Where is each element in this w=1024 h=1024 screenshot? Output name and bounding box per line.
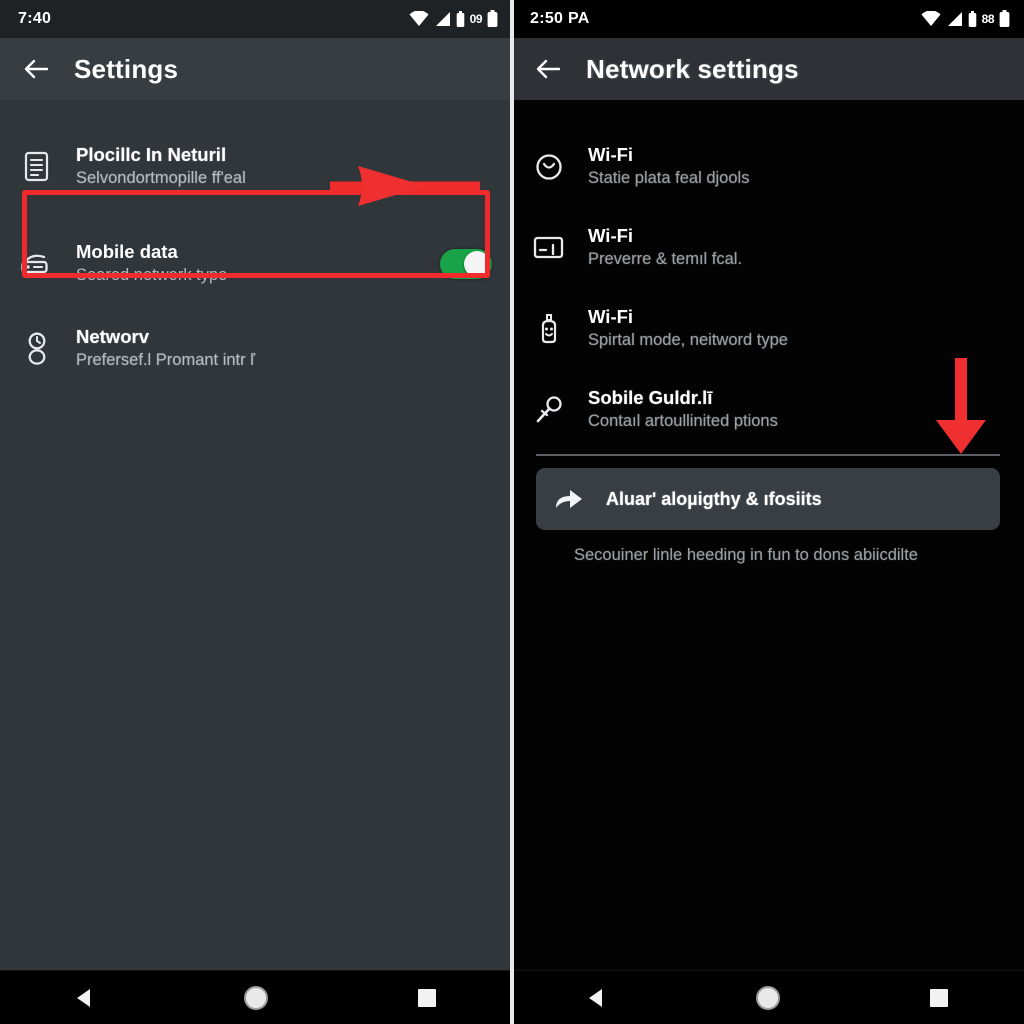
left-phone-panel: 7:40 09 Settings Plocillc In Neturil Sel… xyxy=(0,0,512,1024)
list-item-mobile-data[interactable]: Mobile data Seared network type xyxy=(0,225,512,302)
panel-divider xyxy=(510,0,514,1024)
list-item-wifi-1[interactable]: Wi-Fi Statie plata feal djools xyxy=(512,128,1024,205)
list-item-text: Plocillc In Neturil Selvondortmopille ff… xyxy=(76,143,492,190)
smiley-bottle-icon xyxy=(532,312,566,346)
clock-face-icon xyxy=(532,150,566,184)
recents-square-icon[interactable] xyxy=(907,976,971,1020)
list-item-title: Sobile Guldr.lī xyxy=(588,387,713,409)
status-icon-group: 09 xyxy=(409,10,498,28)
list-item-text: Wi-Fi Spirtal mode, neitword type xyxy=(588,305,1004,352)
highlighted-action-label: Aluarʹ aloµigthy & ıfosiits xyxy=(606,488,822,509)
back-triangle-icon[interactable] xyxy=(53,976,117,1020)
right-app-bar: Network settings xyxy=(512,38,1024,100)
left-app-bar: Settings xyxy=(0,38,512,100)
screenshot-stage: 7:40 09 Settings Plocillc In Neturil Sel… xyxy=(0,0,1024,1024)
left-settings-list: Plocillc In Neturil Selvondortmopille ff… xyxy=(0,100,512,970)
signal-icon xyxy=(946,11,963,27)
list-item-text: Sobile Guldr.lī Contaıl artoullinited pt… xyxy=(588,386,1004,433)
back-arrow-icon[interactable] xyxy=(22,55,50,83)
account-pin-icon xyxy=(20,332,54,366)
list-item-subtitle: Statie plata feal djools xyxy=(588,169,750,188)
list-item-wifi-3[interactable]: Wi-Fi Spirtal mode, neitword type xyxy=(512,290,1024,367)
toggle-knob xyxy=(464,250,490,277)
list-item-title: Wi-Fi xyxy=(588,306,634,328)
battery-percent-label: 09 xyxy=(469,12,483,26)
right-settings-list: Wi-Fi Statie plata feal djools Wi-Fi Pre… xyxy=(512,100,1024,970)
helper-caption: Secouiner linle heeding in fun to dons a… xyxy=(574,546,918,564)
list-item-title: Networv xyxy=(76,326,149,348)
document-list-icon xyxy=(20,150,54,184)
list-item-wifi-2[interactable]: Wi-Fi Preverre & temıl fcal. xyxy=(512,209,1024,286)
list-item-title: Wi-Fi xyxy=(588,225,634,247)
page-title: Network settings xyxy=(586,53,799,84)
signal-icon xyxy=(434,11,451,27)
list-item-profile[interactable]: Plocillc In Neturil Selvondortmopille ff… xyxy=(0,128,512,205)
list-item-subtitle: Spirtal mode, neitword type xyxy=(588,331,788,350)
list-item-text: Wi-Fi Preverre & temıl fcal. xyxy=(588,224,1004,271)
status-icon-group: 88 xyxy=(921,10,1010,28)
right-status-bar: 2:50 PA 88 xyxy=(512,0,1024,38)
back-arrow-icon[interactable] xyxy=(534,55,562,83)
highlighted-action-row[interactable]: Aluarʹ aloµigthy & ıfosiits xyxy=(536,468,1000,530)
wand-icon xyxy=(532,393,566,427)
right-phone-panel: 2:50 PA 88 Network settings Wi-Fi Statie… xyxy=(512,0,1024,1024)
list-item-text: Mobile data Seared network type xyxy=(76,240,418,287)
list-item-subtitle: Seared network type xyxy=(76,266,228,285)
list-item-subtitle: Contaıl artoullinited ptions xyxy=(588,412,778,431)
list-item-subtitle: Prefersef.l Promant intr ľ xyxy=(76,351,256,370)
list-item-text: Networv Prefersef.l Promant intr ľ xyxy=(76,325,492,372)
battery-small-icon xyxy=(456,10,465,28)
wifi-icon xyxy=(409,11,429,27)
status-clock: 7:40 xyxy=(18,10,52,27)
home-circle-icon[interactable] xyxy=(736,976,800,1020)
list-item-subtitle: Selvondortmopille ff'eal xyxy=(76,169,246,188)
list-item-title: Mobile data xyxy=(76,241,178,263)
recents-square-icon[interactable] xyxy=(395,976,459,1020)
status-clock: 2:50 PA xyxy=(530,10,590,27)
left-nav-bar xyxy=(0,970,512,1024)
mobile-data-toggle[interactable] xyxy=(440,248,492,279)
list-item-sobile-guldrll[interactable]: Sobile Guldr.lī Contaıl artoullinited pt… xyxy=(512,371,1024,448)
section-divider xyxy=(536,454,1000,456)
page-title: Settings xyxy=(74,53,179,84)
battery-percent-label: 88 xyxy=(981,12,995,26)
list-item-title: Wi-Fi xyxy=(588,144,634,166)
list-item-subtitle: Preverre & temıl fcal. xyxy=(588,250,743,269)
router-icon xyxy=(20,247,54,281)
list-item-title: Plocillc In Neturil xyxy=(76,144,227,166)
battery-icon xyxy=(487,10,498,28)
card-icon xyxy=(532,231,566,265)
wifi-icon xyxy=(921,11,941,27)
right-nav-bar xyxy=(512,970,1024,1024)
left-status-bar: 7:40 09 xyxy=(0,0,512,38)
list-item-network[interactable]: Networv Prefersef.l Promant intr ľ xyxy=(0,310,512,387)
back-triangle-icon[interactable] xyxy=(565,976,629,1020)
share-arrow-icon xyxy=(552,482,586,516)
battery-icon xyxy=(999,10,1010,28)
home-circle-icon[interactable] xyxy=(224,976,288,1020)
list-item-text: Wi-Fi Statie plata feal djools xyxy=(588,143,1004,190)
battery-small-icon xyxy=(968,10,977,28)
